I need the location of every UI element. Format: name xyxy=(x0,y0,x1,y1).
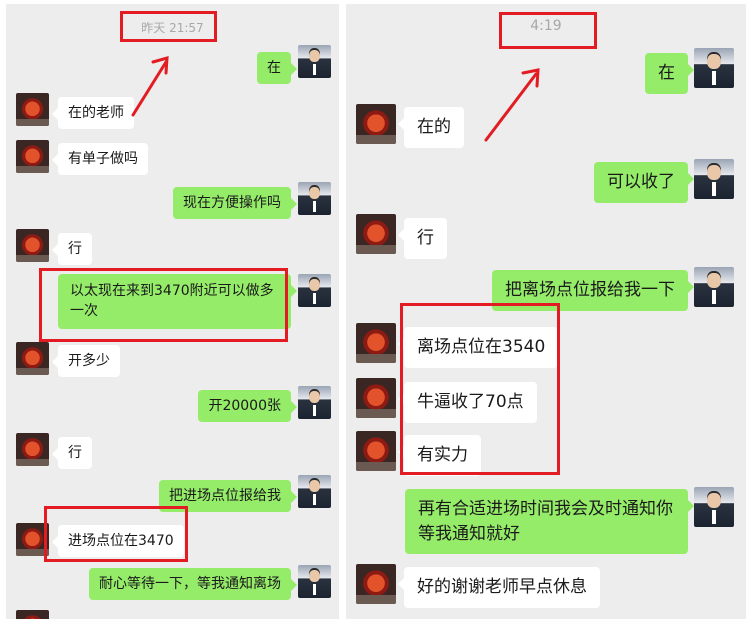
annotation-arrows xyxy=(131,55,540,142)
arrow-left-line xyxy=(131,60,168,117)
arrow-right-line xyxy=(484,72,538,142)
